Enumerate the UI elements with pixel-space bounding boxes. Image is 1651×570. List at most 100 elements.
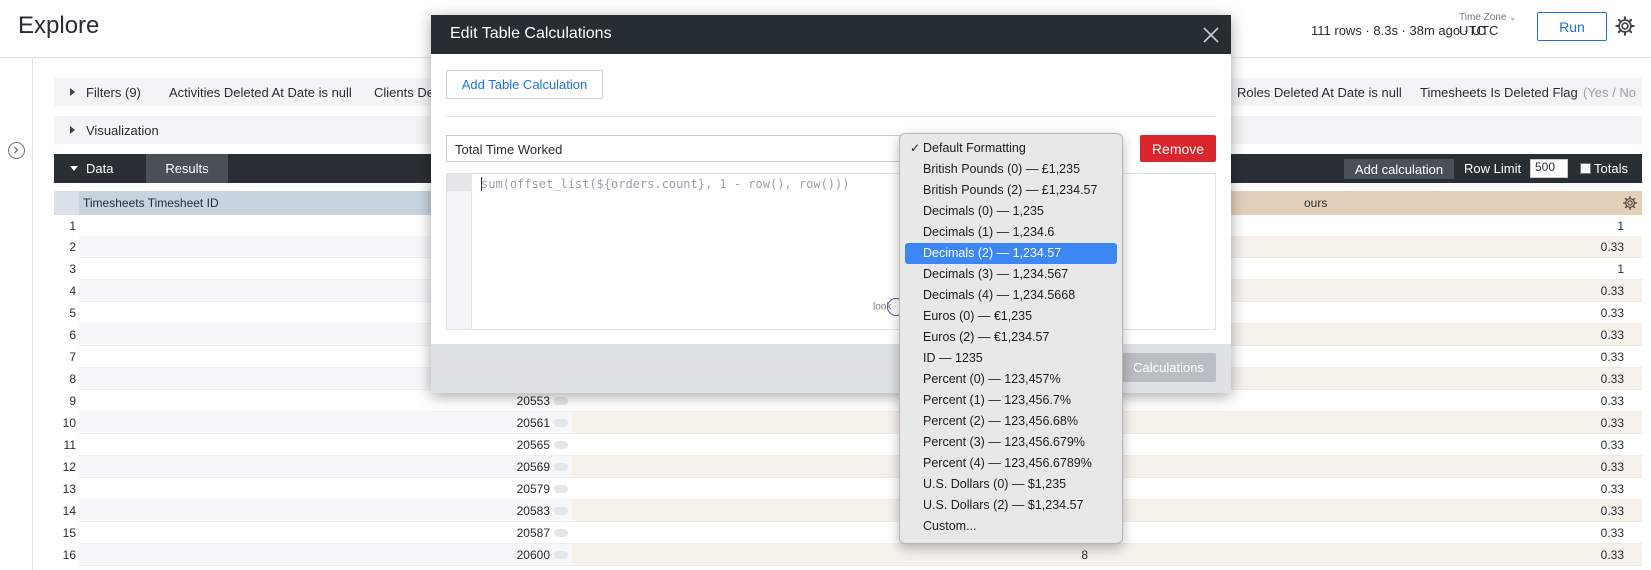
format-option[interactable]: U.S. Dollars (0) — $1,235 [905,474,1117,495]
cell-value: 0.33 [1600,240,1624,254]
more-icon[interactable] [554,397,568,405]
more-icon[interactable] [554,441,568,449]
cell-timesheet-id[interactable]: 20565 [79,434,572,456]
format-option-label: Percent (3) — 123,456.679% [923,435,1085,449]
caret-down-icon [70,166,78,171]
cell-value: 0.33 [1600,372,1624,386]
cell-timesheet-id[interactable]: 20569 [79,456,572,478]
table-row: 14 20583 0.33 [54,500,1642,522]
cell-hours[interactable]: 0.33 [1092,456,1642,478]
format-option[interactable]: Decimals (0) — 1,235 [905,201,1117,222]
timezone-value[interactable]: UTC [1459,23,1486,38]
format-option[interactable]: British Pounds (0) — £1,235 [905,159,1117,180]
column-header-hours-label: ours [1304,196,1328,210]
expand-panel-icon[interactable] [8,142,25,159]
tab-results[interactable]: Results [146,154,228,183]
format-option[interactable]: Percent (2) — 123,456.68% [905,411,1117,432]
row-index: 13 [62,482,76,496]
format-option[interactable]: Percent (0) — 123,457% [905,369,1117,390]
format-option-label: Custom... [923,519,977,533]
format-option[interactable]: Decimals (4) — 1,234.5668 [905,285,1117,306]
cell-hours[interactable]: 0.33 [1092,390,1642,412]
cell-value: 0.33 [1600,482,1624,496]
text-cursor [481,177,482,191]
more-icon[interactable] [554,551,568,559]
cell-hours[interactable]: 0.33 [1092,478,1642,500]
more-icon[interactable] [554,463,568,471]
format-option-label: Decimals (3) — 1,234.567 [923,267,1069,281]
more-icon[interactable] [554,419,568,427]
row-index: 12 [62,460,76,474]
row-index-header [54,191,79,215]
timezone-dropdown[interactable]: Time Zone ⌄ [1459,12,1516,23]
more-icon[interactable] [554,485,568,493]
row-index: 11 [63,438,76,452]
format-option-label: Euros (0) — €1,235 [923,309,1033,323]
format-option-label: Percent (1) — 123,456.7% [923,393,1071,407]
table-row: 15 20587 0.33 [54,522,1642,544]
filters-label: Filters (9) [86,85,141,100]
close-icon[interactable] [1201,25,1221,45]
cell-middle[interactable]: 8 [572,544,1092,566]
format-option[interactable]: Percent (1) — 123,456.7% [905,390,1117,411]
expression-placeholder: sum(offset_list(${orders.count}, 1 - row… [481,177,850,191]
table-row: 10 20561 0.33 [54,412,1642,434]
divider [446,116,1216,117]
format-option[interactable]: Percent (3) — 123,456.679% [905,432,1117,453]
cell-value: 20583 [516,504,550,518]
more-icon[interactable] [554,507,568,515]
row-limit-label: Row Limit [1464,161,1522,176]
format-option-label: British Pounds (0) — £1,235 [923,162,1081,176]
active-line-marker [447,174,472,191]
format-option[interactable]: ID — 1235 [905,348,1117,369]
cell-value: 0.33 [1600,394,1624,408]
format-option[interactable]: Decimals (3) — 1,234.567 [905,264,1117,285]
format-option[interactable]: Decimals (2) — 1,234.57 [905,243,1117,264]
remove-button[interactable]: Remove [1140,135,1216,162]
cell-timesheet-id[interactable]: 20583 [79,500,572,522]
format-option[interactable]: Decimals (1) — 1,234.6 [905,222,1117,243]
cell-timesheet-id[interactable]: 20579 [79,478,572,500]
cell-value: 20600 [516,548,550,562]
cell-timesheet-id[interactable]: 20600 [79,544,572,566]
cell-value: 0.33 [1600,548,1624,562]
cell-value: 0.33 [1600,284,1624,298]
format-option-label: Decimals (2) — 1,234.57 [923,246,1062,260]
format-option-label: Percent (0) — 123,457% [923,372,1061,386]
format-dropdown-menu: ✓ Default Formatting British Pounds (0) — … [899,133,1123,544]
more-icon[interactable] [554,529,568,537]
tab-data[interactable]: Data [86,161,113,176]
modal-title: Edit Table Calculations [450,25,612,42]
format-option[interactable]: Custom... [905,516,1117,537]
format-option[interactable]: Percent (4) — 123,456.6789% [905,453,1117,474]
run-button[interactable]: Run [1537,12,1607,41]
format-option-label: British Pounds (2) — £1,234.57 [923,183,1098,197]
cell-value: 0.33 [1600,438,1624,452]
cell-hours[interactable]: 0.33 [1092,522,1642,544]
row-index: 3 [69,262,76,276]
totals-label: Totals [1594,161,1628,176]
add-table-calculation-button[interactable]: Add Table Calculation [446,70,603,99]
cell-hours[interactable]: 0.33 [1092,434,1642,456]
caret-right-icon [70,126,75,134]
cell-hours[interactable]: 0.33 [1092,412,1642,434]
format-option[interactable]: British Pounds (2) — £1,234.57 [905,180,1117,201]
format-option-label: Percent (2) — 123,456.68% [923,414,1078,428]
gear-icon[interactable] [1622,195,1638,211]
cell-timesheet-id[interactable]: 20561 [79,412,572,434]
gear-icon[interactable] [1614,15,1636,37]
format-option[interactable]: U.S. Dollars (2) — $1,234.57 [905,495,1117,516]
format-option[interactable]: Euros (2) — €1,234.57 [905,327,1117,348]
format-option[interactable]: ✓ Default Formatting [905,138,1117,159]
cell-value: 20569 [516,460,550,474]
format-option-label: Default Formatting [923,141,1026,155]
totals-checkbox[interactable] [1580,163,1591,174]
add-calculation-button[interactable]: Add calculation [1344,159,1454,179]
row-limit-input[interactable]: 500 [1530,159,1568,178]
cell-hours[interactable]: 0.33 [1092,544,1642,566]
page-title: Explore [18,12,100,39]
cell-timesheet-id[interactable]: 20587 [79,522,572,544]
cell-timesheet-id[interactable]: 20553 [79,390,572,412]
format-option[interactable]: Euros (0) — €1,235 [905,306,1117,327]
cell-hours[interactable]: 0.33 [1092,500,1642,522]
